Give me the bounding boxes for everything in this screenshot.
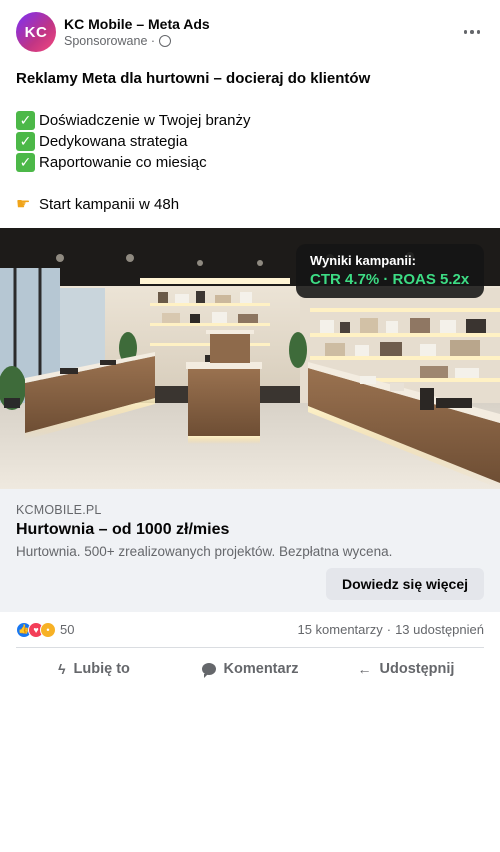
share-icon: ← xyxy=(357,661,372,677)
page-avatar[interactable]: KC xyxy=(16,12,56,52)
campaign-results-overlay: Wyniki kampanii: CTR 4.7% · ROAS 5.2x xyxy=(296,244,484,298)
like-label: Lubię to xyxy=(73,661,130,677)
shares-count[interactable]: 13 udostępnień xyxy=(395,622,484,637)
check-emoji-icon: ✓ xyxy=(16,132,35,151)
bullet-text: Raportowanie co miesiąc xyxy=(39,154,207,171)
post-header: KC KC Mobile – Meta Ads Sponsorowane · xyxy=(16,12,484,52)
reaction-count: 50 xyxy=(60,622,75,637)
bullet-line: ✓ Doświadczenie w Twojej branży xyxy=(16,110,486,131)
comment-button[interactable]: Komentarz xyxy=(172,650,328,688)
cta-line: ☛ Start kampanii w 48h xyxy=(16,194,486,215)
bullet-line: ✓ Dedykowana strategia xyxy=(16,131,486,152)
bullet-line: ✓ Raportowanie co miesiąc xyxy=(16,152,486,173)
more-dot xyxy=(476,30,481,34)
more-dots-icon xyxy=(463,30,468,34)
post-headline: Reklamy Meta dla hurtowni – docieraj do … xyxy=(16,70,371,87)
comments-count[interactable]: 15 komentarzy xyxy=(297,622,382,637)
overlay-title: Wyniki kampanii: xyxy=(310,253,416,268)
sponsored-post: KC KC Mobile – Meta Ads Sponsorowane · R… xyxy=(0,0,500,852)
overlay-stats: CTR 4.7% · ROAS 5.2x xyxy=(310,271,470,288)
page-name-link[interactable]: KC Mobile – Meta Ads xyxy=(64,16,210,32)
check-emoji-icon: ✓ xyxy=(16,153,35,172)
share-button[interactable]: ← Udostępnij xyxy=(328,650,484,688)
learn-more-button[interactable]: Dowiedz się więcej xyxy=(326,568,484,600)
like-button[interactable]: ϟ Lubię to xyxy=(16,650,172,688)
pointing-hand-icon: ☛ xyxy=(16,196,31,213)
share-label: Udostępnij xyxy=(379,661,455,677)
engagement-stats: 15 komentarzy · 13 udostępnień xyxy=(297,622,484,637)
reaction-summary[interactable]: 👍 ♥ • 50 xyxy=(16,621,75,638)
reactions-bar: 👍 ♥ • 50 15 komentarzy · 13 udostępnień xyxy=(16,612,484,648)
post-text: Reklamy Meta dla hurtowni – docieraj do … xyxy=(16,68,486,215)
link-domain: KCMOBILE.PL xyxy=(16,503,102,517)
bullet-text: Doświadczenie w Twojej branży xyxy=(39,112,251,129)
post-meta: Sponsorowane · xyxy=(64,34,172,48)
bullet-text: Dedykowana strategia xyxy=(39,133,188,150)
like-icon: ϟ xyxy=(58,661,66,677)
ad-image[interactable]: Wyniki kampanii: CTR 4.7% · ROAS 5.2x xyxy=(0,228,500,489)
more-options-button[interactable] xyxy=(460,22,484,42)
comment-label: Komentarz xyxy=(223,661,299,677)
wow-reaction-icon: • xyxy=(40,621,56,638)
globe-icon xyxy=(159,35,172,47)
stats-separator: · xyxy=(386,622,392,637)
more-dot xyxy=(470,30,474,34)
comment-icon xyxy=(201,663,216,678)
sponsored-label[interactable]: Sponsorowane · xyxy=(64,34,155,48)
cta-line-text: Start kampanii w 48h xyxy=(39,196,180,213)
link-title[interactable]: Hurtownia – od 1000 zł/mies xyxy=(16,521,229,539)
link-preview[interactable]: KCMOBILE.PL Hurtownia – od 1000 zł/mies … xyxy=(0,489,500,612)
check-emoji-icon: ✓ xyxy=(16,111,35,130)
link-description: Hurtownia. 500+ zrealizowanych projektów… xyxy=(16,544,393,559)
action-bar: ϟ Lubię to Komentarz ← Udostępnij xyxy=(16,650,484,688)
